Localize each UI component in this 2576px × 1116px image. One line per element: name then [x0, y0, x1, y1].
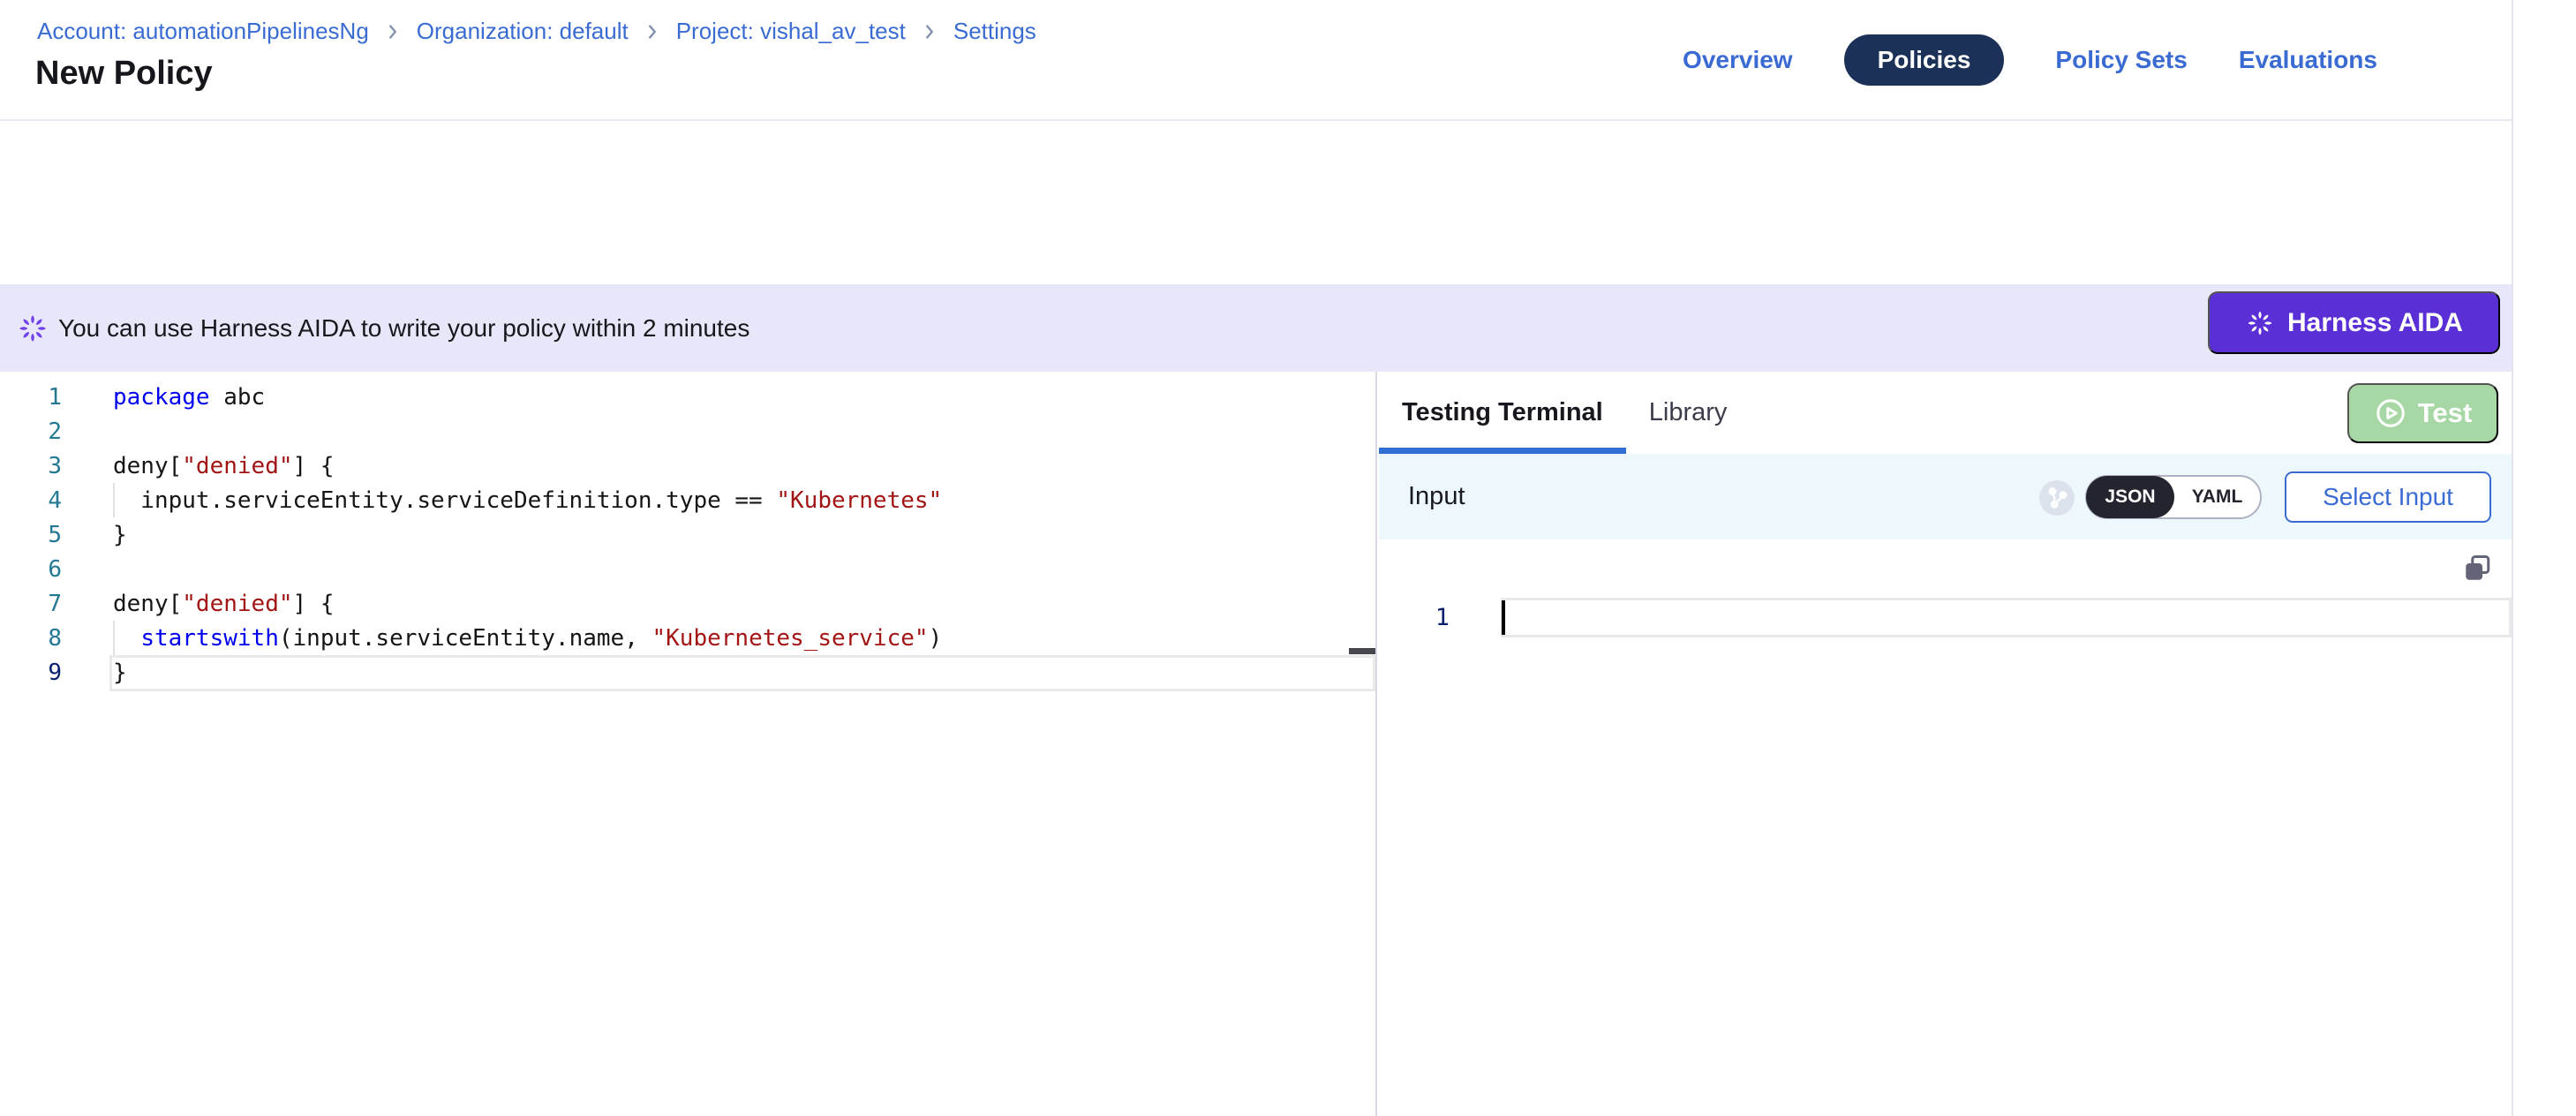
chevron-right-icon [920, 22, 939, 41]
format-option-json[interactable]: JSON [2086, 476, 2174, 518]
new-policy-page: Account: automationPipelinesNg Organizat… [0, 0, 2576, 1116]
nav-policies-active[interactable]: Policies [1844, 34, 2005, 86]
format-toggle[interactable]: JSON YAML [2085, 475, 2262, 519]
code-line-8[interactable]: 8 startswith(input.serviceEntity.name, "… [0, 621, 1375, 655]
tab-label: Testing Terminal [1402, 398, 1603, 427]
aida-banner: You can use Harness AIDA to write your p… [0, 284, 2512, 372]
aida-flower-icon [2245, 308, 2275, 338]
line-number: 4 [0, 487, 62, 514]
breadcrumb: Account: automationPipelinesNg Organizat… [37, 18, 1036, 45]
code-text: } [113, 522, 127, 548]
format-option-yaml[interactable]: YAML [2174, 477, 2260, 517]
text-cursor [1502, 600, 1505, 635]
breadcrumb-settings-link[interactable]: Settings [953, 18, 1036, 45]
code-text: deny["denied"] { [113, 453, 334, 479]
code-line-3[interactable]: 3 deny["denied"] { [0, 449, 1375, 483]
module-nav: Overview Policies Policy Sets Evaluation… [1683, 34, 2377, 86]
fork-icon[interactable] [2039, 480, 2075, 516]
line-number: 1 [0, 384, 62, 411]
breadcrumb-project-link[interactable]: Project: vishal_av_test [676, 18, 906, 45]
line-number: 6 [0, 556, 62, 583]
test-label: Test [2418, 397, 2472, 429]
code-line-2[interactable]: 2 [0, 414, 1375, 449]
input-line-number: 1 [1379, 598, 1450, 637]
input-current-line-highlight [1501, 598, 2512, 637]
line-number: 8 [0, 625, 62, 652]
code-text: startswith(input.serviceEntity.name, "Ku… [113, 625, 942, 652]
select-input-label: Select Input [2323, 483, 2453, 511]
code-line-9[interactable]: 9} [0, 655, 1375, 690]
policy-code-editor[interactable]: 1 package abc 2 3 deny["denied"] { 4 input.se… [0, 372, 1375, 1116]
line-number: 9 [0, 660, 62, 686]
play-circle-icon [2374, 396, 2407, 430]
tab-label: Library [1649, 398, 1728, 427]
breadcrumb-org-link[interactable]: Organization: default [417, 18, 629, 45]
tab-testing-terminal[interactable]: Testing Terminal [1379, 372, 1626, 454]
code-text: } [113, 660, 127, 686]
line-number: 3 [0, 453, 62, 479]
select-input-button[interactable]: Select Input [2285, 471, 2491, 523]
code-line-6[interactable]: 6 [0, 552, 1375, 586]
code-text: deny["denied"] { [113, 591, 334, 617]
testing-terminal-panel: Testing Terminal Library Test Input [1379, 372, 2512, 1116]
code-line-1[interactable]: 1 package abc [0, 380, 1375, 414]
terminal-tabs: Testing Terminal Library [1379, 372, 1750, 454]
code-line-5[interactable]: 5} [0, 517, 1375, 552]
panel-divider[interactable] [1375, 372, 1377, 1116]
code-text: input.serviceEntity.serviceDefinition.ty… [113, 487, 942, 514]
nav-overview[interactable]: Overview [1683, 46, 1793, 74]
aida-banner-text: You can use Harness AIDA to write your p… [58, 284, 749, 372]
copy-icon[interactable] [2461, 553, 2493, 584]
main-area: 1 package abc 2 3 deny["denied"] { 4 input.se… [0, 372, 2512, 1116]
aida-button-label: Harness AIDA [2287, 308, 2463, 338]
input-editor[interactable]: 1 [1379, 539, 2512, 1116]
code-text: package abc [113, 384, 265, 411]
nav-policy-sets[interactable]: Policy Sets [2055, 46, 2187, 74]
code-line-4[interactable]: 4 input.serviceEntity.serviceDefinition.… [0, 483, 1375, 517]
policy-toolbar: Default_Service_Policy Save Discard [0, 123, 2512, 284]
line-number: 7 [0, 591, 62, 617]
nav-evaluations[interactable]: Evaluations [2239, 46, 2377, 74]
policy-code-lines: 1 package abc 2 3 deny["denied"] { 4 input.se… [0, 380, 1375, 690]
line-number: 5 [0, 522, 62, 548]
overview-ruler-cursor-mark [1349, 648, 1375, 654]
tab-library[interactable]: Library [1626, 372, 1751, 454]
harness-aida-button[interactable]: Harness AIDA [2208, 291, 2500, 354]
chevron-right-icon [383, 22, 403, 41]
input-bar: Input JSON YAML [1379, 454, 2512, 539]
active-tab-underline [1379, 448, 1626, 454]
page-title: New Policy [35, 55, 213, 93]
test-button[interactable]: Test [2347, 383, 2498, 443]
right-gutter-line [2512, 0, 2513, 1116]
aida-flower-icon [16, 312, 49, 345]
page-header: Account: automationPipelinesNg Organizat… [0, 0, 2512, 121]
line-number: 2 [0, 418, 62, 445]
breadcrumb-account-link[interactable]: Account: automationPipelinesNg [37, 18, 369, 45]
input-label: Input [1408, 454, 1465, 539]
chevron-right-icon [643, 22, 662, 41]
code-line-7[interactable]: 7 deny["denied"] { [0, 586, 1375, 621]
